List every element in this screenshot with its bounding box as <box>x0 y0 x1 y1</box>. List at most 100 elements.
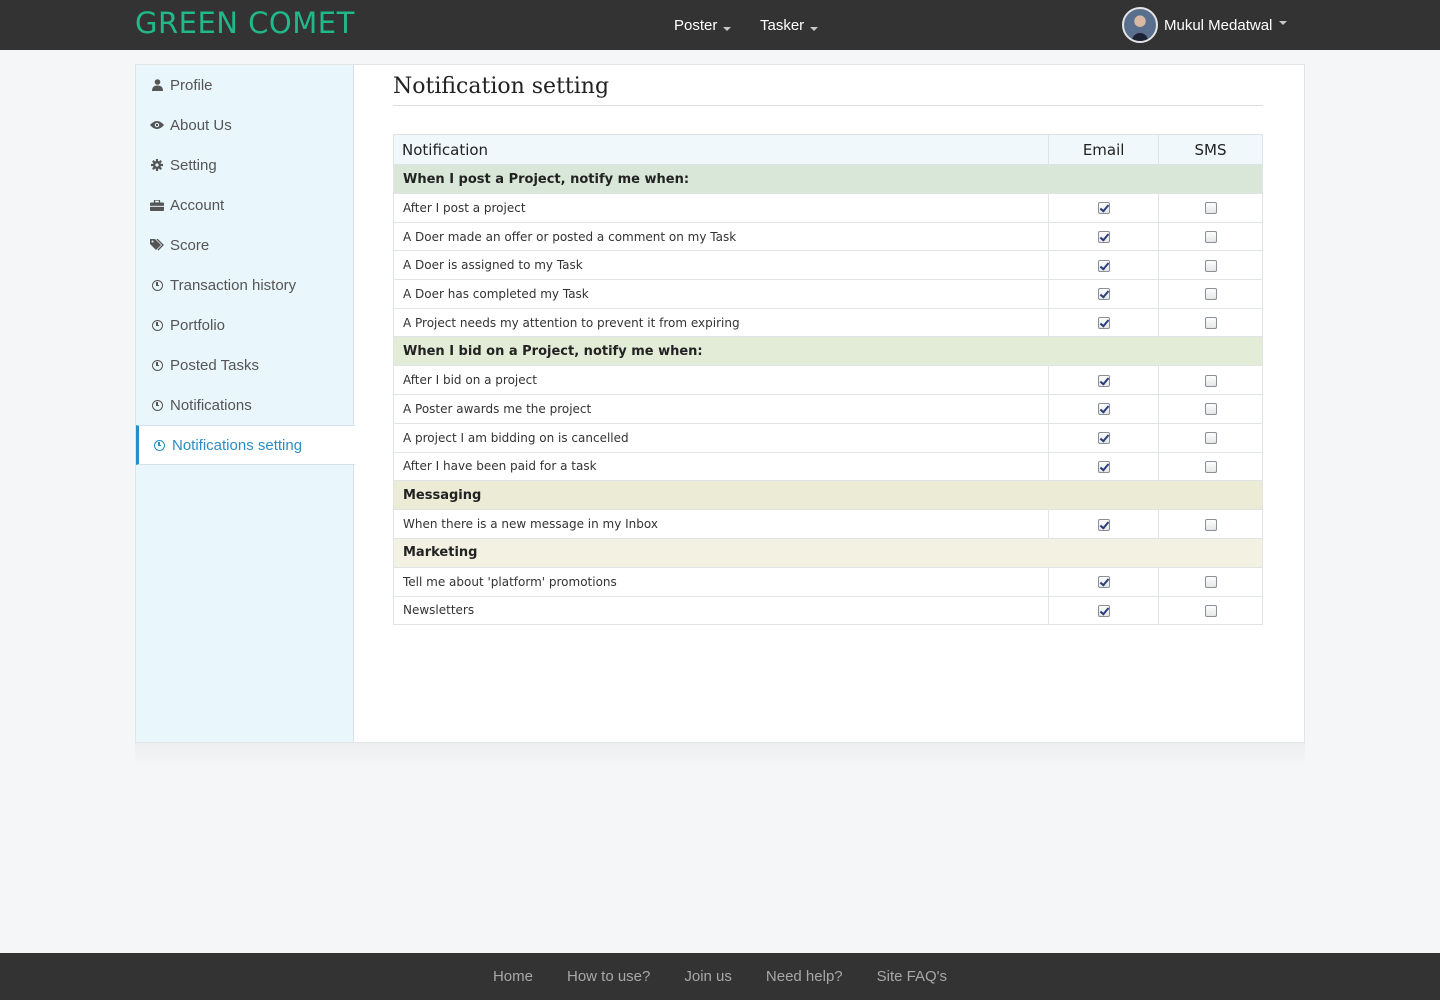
sms-cell <box>1158 193 1263 223</box>
table-row: Newsletters <box>392 595 1263 626</box>
email-cell <box>1048 307 1160 338</box>
email-checkbox[interactable] <box>1097 432 1110 445</box>
group-title: Marketing <box>393 537 1263 568</box>
email-checkbox[interactable] <box>1097 317 1110 330</box>
sms-cell <box>1158 394 1263 424</box>
page-title: Notification setting <box>393 65 1263 106</box>
notification-label: A Project needs my attention to prevent … <box>392 307 1050 338</box>
group-title: When I bid on a Project, notify me when: <box>393 336 1263 367</box>
table-row: A project I am bidding on is cancelled <box>392 422 1263 453</box>
sidebar-item-label: Profile <box>170 76 213 94</box>
sidebar-item-label: Notifications setting <box>172 436 303 454</box>
footer-link-home[interactable]: Home <box>493 968 533 985</box>
poster-menu-label: Poster <box>674 16 718 34</box>
sidebar-item-label: Score <box>170 236 210 254</box>
sidebar-item-portfolio[interactable]: Portfolio <box>136 305 353 345</box>
email-checkbox[interactable] <box>1097 374 1110 387</box>
table-row: When there is a new message in my Inbox <box>392 509 1263 539</box>
email-checkbox[interactable] <box>1097 259 1110 272</box>
sidebar-item-score[interactable]: Score <box>136 225 353 265</box>
notification-settings-table: Notification Email SMS When I post a Pro… <box>392 134 1263 626</box>
table-row: A Doer has completed my Task <box>392 279 1263 309</box>
sidebar-item-transaction-history[interactable]: Transaction history <box>136 265 353 305</box>
gear-icon <box>149 159 165 171</box>
sms-checkbox[interactable] <box>1204 202 1217 215</box>
sidebar-item-posted-tasks[interactable]: Posted Tasks <box>136 345 353 385</box>
sms-checkbox[interactable] <box>1204 460 1217 473</box>
email-checkbox[interactable] <box>1097 403 1110 416</box>
table-row: A Doer is assigned to my Task <box>392 250 1263 281</box>
sms-cell <box>1158 365 1263 396</box>
sms-cell <box>1158 595 1263 626</box>
email-checkbox[interactable] <box>1097 576 1110 589</box>
sidebar-item-setting[interactable]: Setting <box>136 145 353 185</box>
header-sms: SMS <box>1158 134 1263 165</box>
sidebar-item-account[interactable]: Account <box>136 185 353 225</box>
email-cell <box>1048 451 1160 482</box>
footer-link-site-faqs[interactable]: Site FAQ's <box>877 968 947 985</box>
avatar <box>1122 7 1158 43</box>
footer: Home How to use? Join us Need help? Site… <box>0 953 1440 1000</box>
briefcase-icon <box>149 199 165 211</box>
sms-checkbox[interactable] <box>1204 432 1217 445</box>
email-checkbox[interactable] <box>1097 460 1110 473</box>
sidebar-item-notifications[interactable]: Notifications <box>136 385 353 425</box>
sms-cell <box>1158 422 1263 453</box>
sms-checkbox[interactable] <box>1204 403 1217 416</box>
clock-icon <box>149 319 165 331</box>
email-cell <box>1048 250 1160 281</box>
user-menu[interactable]: Mukul Medatwal <box>1122 6 1288 44</box>
sms-cell <box>1158 509 1263 539</box>
eye-icon <box>149 120 165 130</box>
sidebar-item-label: Account <box>170 196 225 214</box>
notification-label: After I have been paid for a task <box>392 451 1050 482</box>
sidebar-item-about-us[interactable]: About Us <box>136 105 353 145</box>
table-row: After I bid on a project <box>392 365 1263 396</box>
sms-checkbox[interactable] <box>1204 374 1217 387</box>
notification-label: After I bid on a project <box>392 365 1050 396</box>
sms-checkbox[interactable] <box>1204 576 1217 589</box>
sidebar-item-label: Transaction history <box>170 276 297 294</box>
footer-link-need-help[interactable]: Need help? <box>766 968 843 985</box>
tasker-menu[interactable]: Tasker <box>760 0 819 50</box>
sms-checkbox[interactable] <box>1204 604 1217 617</box>
footer-link-join-us[interactable]: Join us <box>684 968 732 985</box>
notification-label: Tell me about 'platform' promotions <box>392 566 1050 597</box>
email-checkbox[interactable] <box>1097 202 1110 215</box>
clock-icon <box>149 359 165 371</box>
sms-checkbox[interactable] <box>1204 518 1217 531</box>
sidebar-item-label: Portfolio <box>170 316 226 334</box>
notification-label: A project I am bidding on is cancelled <box>392 422 1050 453</box>
sidebar-item-notifications-setting[interactable]: Notifications setting <box>136 425 355 465</box>
group-title: When I post a Project, notify me when: <box>393 164 1263 194</box>
table-header-row: Notification Email SMS <box>392 134 1263 165</box>
email-cell <box>1048 221 1160 252</box>
email-cell <box>1048 509 1160 539</box>
notification-label: A Doer made an offer or posted a comment… <box>392 221 1050 252</box>
sms-cell <box>1158 566 1263 597</box>
table-row: A Project needs my attention to prevent … <box>392 307 1263 338</box>
table-row: A Doer made an offer or posted a comment… <box>392 221 1263 252</box>
email-checkbox[interactable] <box>1097 604 1110 617</box>
table-row: Tell me about 'platform' promotions <box>392 566 1263 597</box>
sidebar-item-profile[interactable]: Profile <box>136 65 353 105</box>
email-cell <box>1048 566 1160 597</box>
sms-checkbox[interactable] <box>1204 288 1217 301</box>
notification-label: A Doer is assigned to my Task <box>392 250 1050 281</box>
email-checkbox[interactable] <box>1097 231 1110 244</box>
caret-down-icon <box>1279 21 1288 25</box>
caret-down-icon <box>810 27 819 31</box>
settings-panel: Profile About Us Setting Account Score T… <box>135 64 1305 743</box>
email-cell <box>1048 595 1160 626</box>
sms-checkbox[interactable] <box>1204 231 1217 244</box>
sms-checkbox[interactable] <box>1204 259 1217 272</box>
poster-menu[interactable]: Poster <box>674 0 732 50</box>
clock-icon <box>151 439 167 451</box>
email-checkbox[interactable] <box>1097 518 1110 531</box>
email-checkbox[interactable] <box>1097 288 1110 301</box>
sms-cell <box>1158 221 1263 252</box>
sms-checkbox[interactable] <box>1204 317 1217 330</box>
user-name: Mukul Medatwal <box>1164 16 1273 34</box>
brand-logo[interactable]: GREEN COMET <box>135 6 355 40</box>
footer-link-how-to-use[interactable]: How to use? <box>567 968 650 985</box>
